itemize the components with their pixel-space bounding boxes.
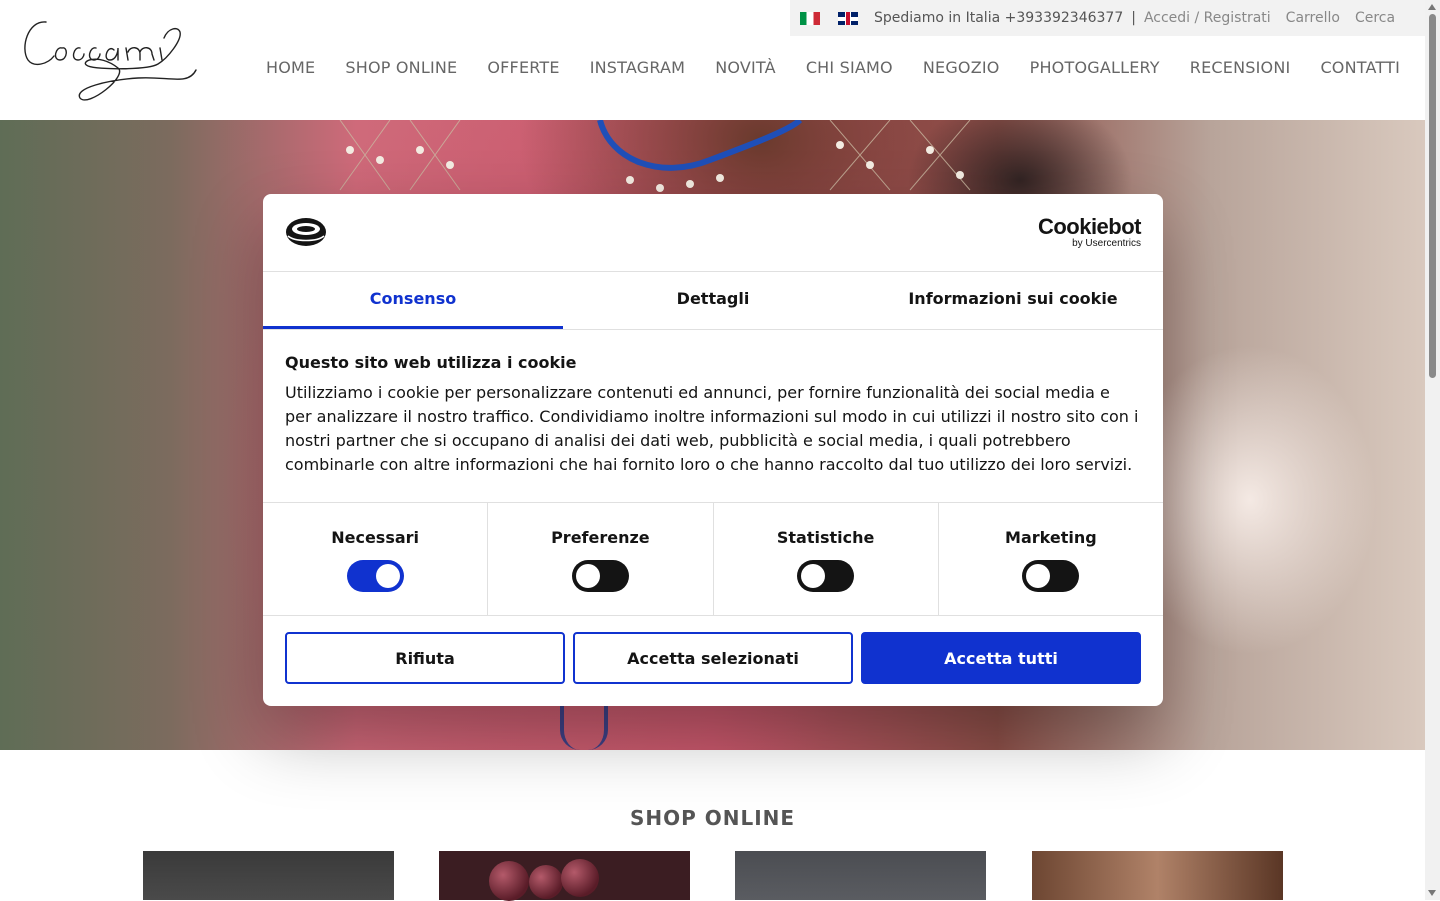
consent-title: Questo sito web utilizza i cookie (285, 353, 577, 372)
accept-all-button[interactable]: Accetta tutti (861, 632, 1141, 684)
nav-photogallery[interactable]: PHOTOGALLERY (1030, 58, 1160, 77)
reject-button[interactable]: Rifiuta (285, 632, 565, 684)
topbar-separator: | (1131, 10, 1136, 26)
top-utility-bar: Spediamo in Italia +393392346377 | Acced… (790, 0, 1425, 36)
toggle-statistiche: Statistiche (714, 503, 939, 615)
uk-flag-icon[interactable] (838, 11, 858, 25)
cookiebot-logo-icon (286, 218, 326, 246)
necessari-switch[interactable] (346, 560, 404, 592)
cookiebot-brand: Cookiebot by Usercentrics (1037, 214, 1142, 250)
dialog-header: Cookiebot by Usercentrics (263, 194, 1163, 272)
consent-text: Utilizziamo i cookie per personalizzare … (285, 383, 1139, 474)
preferenze-switch[interactable] (571, 560, 629, 592)
shipping-info: Spediamo in Italia +393392346377 (874, 10, 1124, 26)
login-link[interactable]: Accedi / Registrati (1144, 10, 1271, 26)
search-link[interactable]: Cerca (1355, 10, 1395, 26)
product-thumbnail[interactable] (735, 851, 986, 900)
brand-name: Cookiebot (1037, 214, 1142, 239)
nav-instagram[interactable]: INSTAGRAM (590, 58, 685, 77)
product-thumbnail[interactable] (1032, 851, 1283, 900)
tab-consenso[interactable]: Consenso (263, 272, 563, 329)
toggle-necessari: Necessari (263, 503, 489, 615)
toggle-label: Preferenze (551, 528, 650, 547)
scroll-down-arrow-icon[interactable] (1428, 890, 1436, 896)
toggle-label: Necessari (331, 528, 420, 547)
scroll-up-arrow-icon[interactable] (1428, 4, 1436, 10)
cart-link[interactable]: Carrello (1286, 10, 1340, 26)
ornament-detail (489, 861, 529, 901)
section-title: SHOP ONLINE (629, 806, 796, 830)
italian-flag-icon[interactable] (800, 11, 820, 25)
page-scrollbar[interactable] (1425, 0, 1440, 900)
toggle-marketing: Marketing (939, 503, 1163, 615)
toggle-label: Marketing (1005, 528, 1097, 547)
nav-chi-siamo[interactable]: CHI SIAMO (806, 58, 893, 77)
ornament-detail (561, 859, 599, 897)
main-nav: HOME SHOP ONLINE OFFERTE INSTAGRAM NOVIT… (236, 58, 1400, 77)
nav-novita[interactable]: NOVITÀ (715, 58, 776, 77)
coccami-logo[interactable] (18, 8, 203, 108)
site-header: Spediamo in Italia +393392346377 | Acced… (0, 0, 1425, 120)
nav-recensioni[interactable]: RECENSIONI (1190, 58, 1291, 77)
nav-shop-online[interactable]: SHOP ONLINE (345, 58, 457, 77)
scrollbar-thumb[interactable] (1429, 14, 1436, 378)
nav-offerte[interactable]: OFFERTE (487, 58, 559, 77)
marketing-switch[interactable] (1022, 560, 1080, 592)
dialog-tabs: Consenso Dettagli Informazioni sui cooki… (263, 272, 1163, 330)
nav-negozio[interactable]: NEGOZIO (923, 58, 1000, 77)
brand-subtitle: by Usercentrics (1072, 238, 1141, 249)
tab-informazioni[interactable]: Informazioni sui cookie (863, 272, 1163, 329)
nav-home[interactable]: HOME (266, 58, 315, 77)
statistiche-switch[interactable] (797, 560, 855, 592)
nav-contatti[interactable]: CONTATTI (1320, 58, 1400, 77)
consent-toggles: Necessari Preferenze Statistiche Marketi… (263, 503, 1163, 616)
product-thumbnail[interactable] (439, 851, 690, 901)
toggle-preferenze: Preferenze (488, 503, 714, 615)
accept-selected-button[interactable]: Accetta selezionati (573, 632, 853, 684)
toggle-label: Statistiche (776, 528, 875, 547)
ornament-detail (529, 865, 563, 899)
cookie-consent-dialog: Cookiebot by Usercentrics Consenso Detta… (263, 194, 1163, 706)
tab-dettagli[interactable]: Dettagli (563, 272, 863, 329)
consent-description: Questo sito web utilizza i cookie Utiliz… (263, 330, 1163, 503)
product-thumbnail[interactable] (143, 851, 394, 900)
dialog-buttons: Rifiuta Accetta selezionati Accetta tutt… (263, 616, 1163, 700)
